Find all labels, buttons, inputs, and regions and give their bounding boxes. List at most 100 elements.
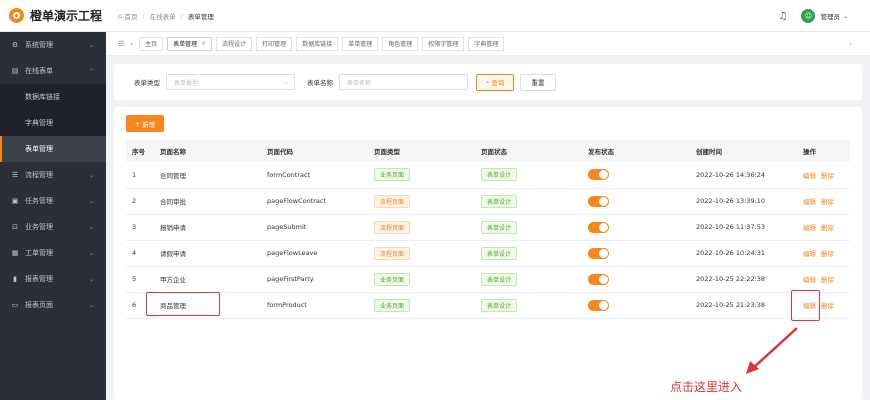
page-type-badge: 流程页面 (374, 220, 411, 234)
page-status-badge: 表单设计 (481, 298, 518, 312)
delete-link[interactable]: 删除 (821, 250, 834, 258)
add-button[interactable]: + 新增 (126, 115, 164, 132)
sidebar-item-label: 报表管理 (25, 275, 53, 283)
delete-link[interactable]: 删除 (821, 224, 834, 232)
form-type-placeholder: 表单类型 (174, 79, 199, 87)
page-status-badge: 表单设计 (481, 168, 518, 182)
table-row: 6 商品管理 formProduct 业务页面 表单设计 2022-10-25 21:23… (126, 292, 850, 319)
sidebar-item[interactable]: ▤ 在线表单 ⌃ (0, 58, 106, 84)
breadcrumb-level1[interactable]: 在线表单 (150, 11, 176, 21)
actions-cell: 编辑 删除 (797, 188, 850, 215)
tab-label: 角色管理 (388, 41, 413, 48)
page-status-badge: 表单设计 (481, 194, 518, 208)
form-icon: ▤ (11, 67, 19, 75)
close-icon[interactable]: × (201, 40, 206, 47)
tab-label: 权限字管理 (428, 41, 459, 48)
breadcrumb-home[interactable]: 首页 (124, 11, 137, 21)
edit-link[interactable]: 编辑 (803, 224, 816, 232)
form-name-input[interactable]: 表单名称 (339, 74, 468, 90)
publish-status-cell (582, 266, 690, 293)
page-name: 请假申请 (154, 240, 261, 267)
publish-toggle[interactable] (588, 299, 609, 311)
tab-label: 主页 (145, 41, 158, 48)
tab[interactable]: 表单管理 × (167, 36, 213, 51)
delete-link[interactable]: 删除 (821, 172, 834, 180)
sidebar-subitem[interactable]: 数据库链接 (0, 84, 106, 110)
table-row: 1 合同管理 formContract 业务页面 表单设计 2022-10-26 14:3… (126, 162, 850, 189)
toggle-knob (599, 300, 608, 310)
sidebar-item[interactable]: ⚙ 系统管理 ⌄ (0, 32, 106, 58)
page-code: pageSubmit (261, 214, 368, 241)
gear-icon: ⚙ (11, 41, 19, 49)
sidebar-item-label: 在线表单 (25, 67, 53, 75)
publish-toggle[interactable] (588, 221, 609, 233)
actions-cell: 编辑 删除 (797, 240, 850, 267)
collapse-menu-icon[interactable]: ☰ (118, 40, 124, 48)
page-type-cell: 业务页面 (368, 162, 475, 189)
logo-icon (9, 8, 24, 23)
delete-link[interactable]: 删除 (821, 302, 834, 310)
avatar[interactable]: ☺ (801, 9, 816, 23)
page-status-cell: 表单设计 (475, 266, 582, 293)
page-type-badge: 业务页面 (374, 168, 411, 182)
tab[interactable]: 主页 (139, 36, 164, 51)
column-header: 页面代码 (261, 140, 368, 162)
search-panel: 表单类型 表单类型 ⌄ 表单名称 表单名称 ⌕ 查询 重置 (114, 64, 862, 100)
publish-toggle[interactable] (588, 195, 609, 207)
chevron-left-icon[interactable]: ‹ (130, 40, 133, 48)
tab[interactable]: 权限字管理 (422, 36, 465, 51)
page-status-cell: 表单设计 (475, 214, 582, 241)
chevron-down-icon: ⌄ (88, 301, 94, 309)
created-time: 2022-10-26 10:24:31 (690, 240, 797, 267)
chevron-right-icon[interactable]: › (849, 40, 852, 48)
publish-toggle[interactable] (588, 247, 609, 259)
edit-link[interactable]: 编辑 (803, 276, 816, 284)
sidebar-item[interactable]: ☰ 流程管理 ⌄ (0, 162, 106, 188)
app-title: 橙单演示工程 (30, 9, 103, 23)
tab[interactable]: 打印管理 (256, 36, 293, 51)
tab-label: 流程设计 (222, 41, 247, 48)
sidebar-item[interactable]: ▣ 任务管理 ⌄ (0, 188, 106, 214)
chevron-up-icon: ⌃ (88, 67, 94, 75)
sidebar-item[interactable]: ▭ 报表页面 ⌄ (0, 292, 106, 318)
sidebar-subitem[interactable]: 字典管理 (0, 110, 106, 136)
tab[interactable]: 流程设计 (216, 36, 253, 51)
sidebar-item-label: 业务管理 (25, 223, 53, 231)
page-type-badge: 业务页面 (374, 272, 411, 286)
row-number: 2 (126, 188, 154, 215)
sidebar-subitem[interactable]: 表单管理 (0, 136, 106, 162)
edit-link[interactable]: 编辑 (803, 198, 816, 206)
reset-button-label: 重置 (531, 79, 545, 87)
toggle-knob (599, 222, 608, 232)
sidebar-item-label: 系统管理 (25, 41, 53, 49)
bell-icon[interactable]: ♫ (779, 11, 788, 22)
username[interactable]: 管理员 (820, 11, 840, 21)
tab[interactable]: 菜单管理 (342, 36, 379, 51)
created-time: 2022-10-26 14:36:24 (690, 162, 797, 189)
grid-icon: ▦ (11, 249, 19, 257)
edit-link[interactable]: 编辑 (803, 250, 816, 258)
sidebar-item[interactable]: ▦ 工单管理 ⌄ (0, 240, 106, 266)
reset-button[interactable]: 重置 (520, 73, 556, 91)
highlight-box-edit (791, 290, 820, 321)
chevron-down-icon: ⌄ (282, 78, 288, 86)
chevron-down-icon[interactable]: ⌄ (843, 13, 848, 20)
delete-link[interactable]: 删除 (821, 276, 834, 284)
page-status-cell: 表单设计 (475, 292, 582, 319)
page-status-badge: 表单设计 (481, 246, 518, 260)
sidebar-item[interactable]: ▮ 报表管理 ⌄ (0, 266, 106, 292)
publish-toggle[interactable] (588, 169, 609, 181)
actions-cell: 编辑 删除 (797, 162, 850, 189)
sidebar-item[interactable]: ⊡ 业务管理 ⌄ (0, 214, 106, 240)
column-header: 序号 (126, 140, 154, 162)
publish-toggle[interactable] (588, 273, 609, 285)
query-button[interactable]: ⌕ 查询 (476, 73, 514, 91)
form-type-select[interactable]: 表单类型 ⌄ (166, 74, 295, 90)
publish-status-cell (582, 162, 690, 189)
chevron-down-icon: ⌄ (88, 41, 94, 49)
tab[interactable]: 字典管理 (468, 36, 505, 51)
tab[interactable]: 角色管理 (382, 36, 419, 51)
tab[interactable]: 数据库链接 (296, 36, 339, 51)
delete-link[interactable]: 删除 (821, 198, 834, 206)
edit-link[interactable]: 编辑 (803, 172, 816, 180)
